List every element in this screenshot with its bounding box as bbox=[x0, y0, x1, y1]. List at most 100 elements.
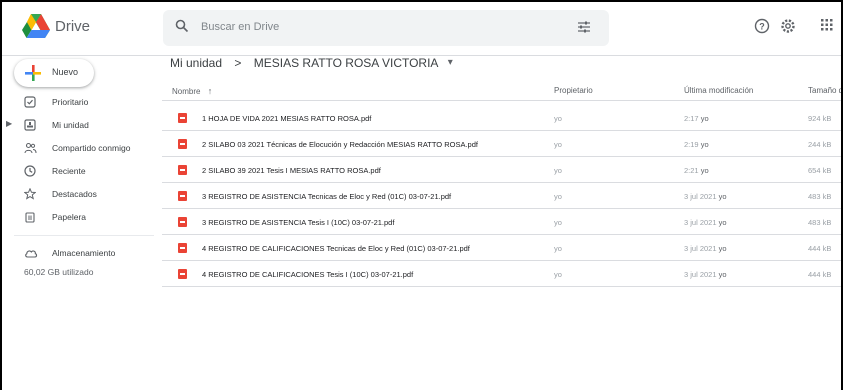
sidebar-item-label: Destacados bbox=[52, 189, 97, 199]
file-owner: yo bbox=[554, 192, 562, 201]
sidebar-item-label: Reciente bbox=[52, 166, 86, 176]
file-modified: 2:17 yo bbox=[684, 114, 709, 123]
sidebar-item-label: Compartido conmigo bbox=[52, 143, 131, 153]
modified-by: yo bbox=[700, 140, 709, 149]
sidebar-divider bbox=[14, 235, 154, 236]
new-button[interactable]: Nuevo bbox=[14, 59, 94, 87]
column-header-size[interactable]: Tamaño d bbox=[808, 86, 843, 95]
sidebar-item-trash[interactable]: Papelera bbox=[0, 209, 150, 227]
modified-date: 2:19 bbox=[684, 140, 699, 149]
storage-used-text: 60,02 GB utilizado bbox=[24, 267, 94, 277]
search-input[interactable]: Buscar en Drive bbox=[201, 21, 279, 33]
table-row[interactable]: 4 REGISTRO DE CALIFICACIONES Tesis I (10… bbox=[162, 261, 843, 287]
modified-by: yo bbox=[718, 244, 727, 253]
file-modified: 2:19 yo bbox=[684, 140, 709, 149]
sidebar-item-my-drive[interactable]: ▶ Mi unidad bbox=[0, 117, 150, 135]
breadcrumb: Mi unidad > MESIAS RATTO ROSA VICTORIA ▾ bbox=[170, 55, 453, 70]
sidebar-item-starred[interactable]: Destacados bbox=[0, 186, 150, 204]
file-modified: 2:21 yo bbox=[684, 166, 709, 175]
top-bar: Drive Buscar en Drive ? bbox=[0, 0, 843, 56]
sort-arrow-icon[interactable]: ↑ bbox=[208, 86, 213, 96]
app-title[interactable]: Drive bbox=[55, 18, 90, 35]
pdf-icon bbox=[178, 113, 187, 123]
table-row[interactable]: 4 REGISTRO DE CALIFICACIONES Tecnicas de… bbox=[162, 235, 843, 261]
file-modified: 3 jul 2021 yo bbox=[684, 192, 727, 201]
column-header-modified[interactable]: Última modificación bbox=[684, 86, 753, 95]
pdf-icon bbox=[178, 139, 187, 149]
new-button-label: Nuevo bbox=[52, 67, 79, 77]
file-name: 4 REGISTRO DE CALIFICACIONES Tecnicas de… bbox=[202, 244, 470, 253]
file-name: 3 REGISTRO DE ASISTENCIA Tesis I (10C) 0… bbox=[202, 218, 395, 227]
sidebar-item-priority[interactable]: Prioritario bbox=[0, 94, 150, 112]
expand-caret-icon[interactable]: ▶ bbox=[6, 119, 12, 128]
modified-by: yo bbox=[718, 192, 727, 201]
breadcrumb-root[interactable]: Mi unidad bbox=[170, 56, 222, 70]
column-header-label: Nombre bbox=[172, 87, 201, 96]
modified-date: 3 jul 2021 bbox=[684, 244, 717, 253]
tune-icon[interactable] bbox=[577, 20, 591, 34]
modified-date: 3 jul 2021 bbox=[684, 270, 717, 279]
sidebar-item-label: Prioritario bbox=[52, 97, 89, 107]
breadcrumb-separator-icon: > bbox=[234, 55, 242, 70]
file-size: 924 kB bbox=[808, 114, 832, 123]
shared-icon bbox=[24, 142, 37, 154]
modified-by: yo bbox=[718, 270, 727, 279]
svg-text:?: ? bbox=[759, 22, 765, 32]
file-name: 2 SILABO 39 2021 Tesis I MESIAS RATTO RO… bbox=[202, 166, 381, 175]
file-size: 654 kB bbox=[808, 166, 832, 175]
sidebar-item-recent[interactable]: Reciente bbox=[0, 163, 150, 181]
modified-date: 2:21 bbox=[684, 166, 699, 175]
table-row[interactable]: 2 SILABO 39 2021 Tesis I MESIAS RATTO RO… bbox=[162, 157, 843, 183]
file-owner: yo bbox=[554, 140, 562, 149]
pdf-icon bbox=[178, 243, 187, 253]
table-divider bbox=[162, 100, 843, 101]
file-size: 483 kB bbox=[808, 218, 832, 227]
file-size: 483 kB bbox=[808, 192, 832, 201]
search-icon[interactable] bbox=[175, 19, 189, 33]
sidebar-item-shared[interactable]: Compartido conmigo bbox=[0, 140, 150, 158]
sidebar-item-label: Papelera bbox=[52, 212, 87, 222]
pdf-icon bbox=[178, 217, 187, 227]
my-drive-icon bbox=[24, 119, 36, 131]
modified-date: 2:17 bbox=[684, 114, 699, 123]
cloud-icon bbox=[25, 250, 38, 258]
modified-date: 3 jul 2021 bbox=[684, 218, 717, 227]
modified-by: yo bbox=[700, 166, 709, 175]
file-owner: yo bbox=[554, 114, 562, 123]
pdf-icon bbox=[178, 191, 187, 201]
file-name: 1 HOJA DE VIDA 2021 MESIAS RATTO ROSA.pd… bbox=[202, 114, 372, 123]
table-row[interactable]: 3 REGISTRO DE ASISTENCIA Tecnicas de Elo… bbox=[162, 183, 843, 209]
table-row[interactable]: 1 HOJA DE VIDA 2021 MESIAS RATTO ROSA.pd… bbox=[162, 105, 843, 131]
file-owner: yo bbox=[554, 218, 562, 227]
file-owner: yo bbox=[554, 166, 562, 175]
file-modified: 3 jul 2021 yo bbox=[684, 244, 727, 253]
file-name: 3 REGISTRO DE ASISTENCIA Tecnicas de Elo… bbox=[202, 192, 452, 201]
trash-icon bbox=[25, 212, 35, 223]
recent-icon bbox=[24, 165, 36, 177]
table-row[interactable]: 3 REGISTRO DE ASISTENCIA Tesis I (10C) 0… bbox=[162, 209, 843, 235]
drive-logo-icon[interactable] bbox=[22, 14, 50, 38]
file-modified: 3 jul 2021 yo bbox=[684, 218, 727, 227]
file-owner: yo bbox=[554, 244, 562, 253]
file-size: 444 kB bbox=[808, 244, 832, 253]
sidebar-item-label: Almacenamiento bbox=[52, 248, 116, 258]
file-name: 4 REGISTRO DE CALIFICACIONES Tesis I (10… bbox=[202, 270, 414, 279]
modified-date: 3 jul 2021 bbox=[684, 192, 717, 201]
help-icon[interactable]: ? bbox=[754, 18, 770, 34]
star-icon bbox=[24, 188, 36, 200]
sidebar-item-storage[interactable]: Almacenamiento bbox=[0, 245, 150, 263]
breadcrumb-current[interactable]: MESIAS RATTO ROSA VICTORIA bbox=[254, 56, 439, 70]
priority-icon bbox=[24, 96, 36, 108]
apps-grid-icon[interactable] bbox=[820, 18, 834, 32]
column-header-name[interactable]: Nombre ↑ bbox=[172, 86, 212, 96]
column-header-owner[interactable]: Propietario bbox=[554, 86, 593, 95]
file-modified: 3 jul 2021 yo bbox=[684, 270, 727, 279]
pdf-icon bbox=[178, 165, 187, 175]
modified-by: yo bbox=[718, 218, 727, 227]
file-name: 2 SILABO 03 2021 Técnicas de Elocución y… bbox=[202, 140, 478, 149]
file-size: 444 kB bbox=[808, 270, 832, 279]
table-row[interactable]: 2 SILABO 03 2021 Técnicas de Elocución y… bbox=[162, 131, 843, 157]
search-bar[interactable]: Buscar en Drive bbox=[163, 10, 609, 46]
settings-icon[interactable] bbox=[780, 18, 796, 34]
folder-dropdown-icon[interactable]: ▾ bbox=[448, 57, 453, 68]
